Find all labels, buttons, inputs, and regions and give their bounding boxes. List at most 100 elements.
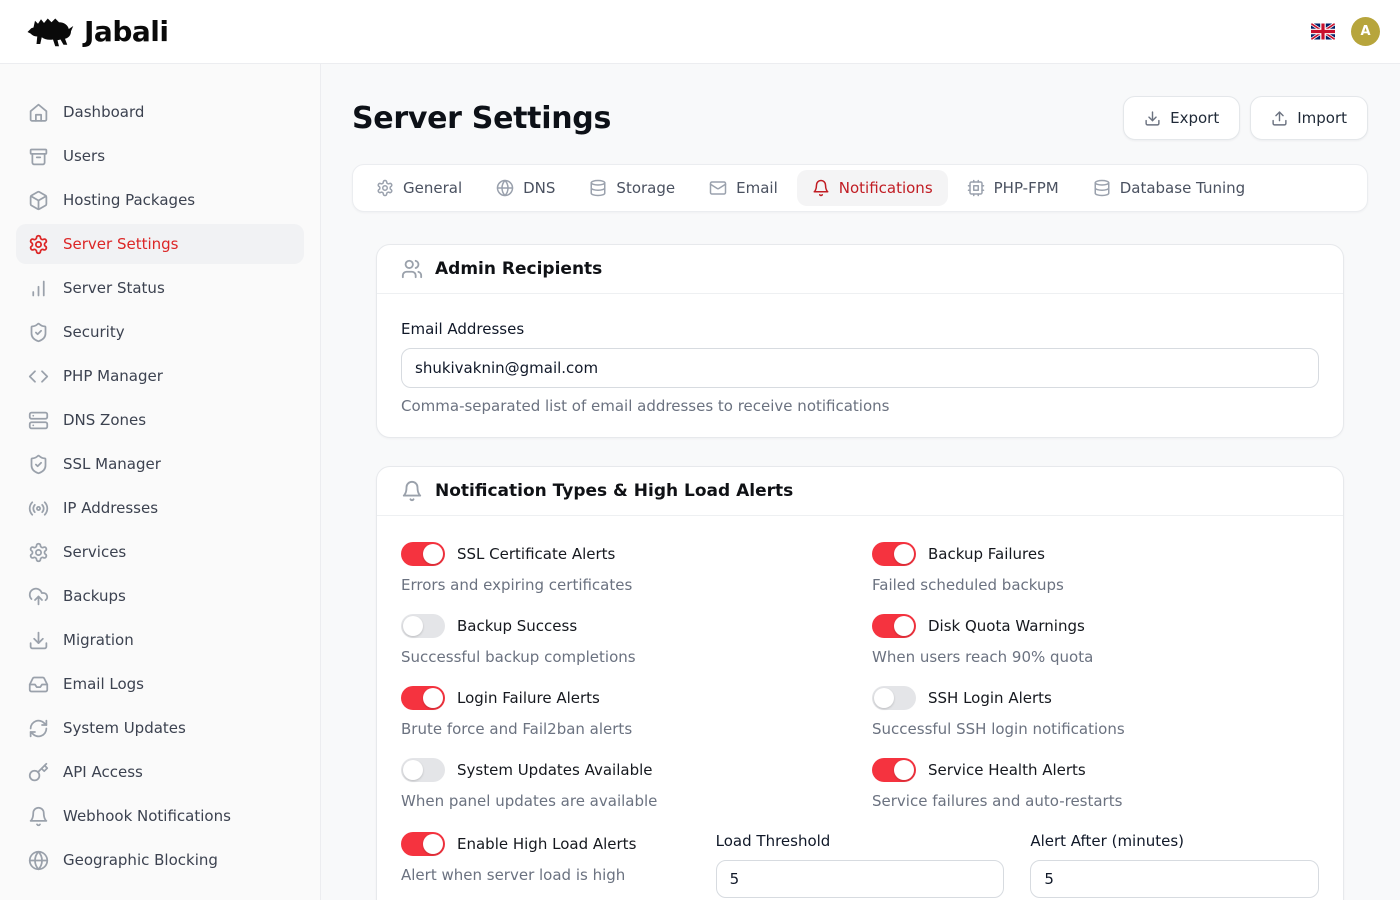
sidebar-item-label: Geographic Blocking xyxy=(63,851,218,869)
uk-flag-icon[interactable] xyxy=(1311,23,1335,40)
sidebar-item-server-status[interactable]: Server Status xyxy=(16,268,304,308)
service-health-alerts-toggle[interactable] xyxy=(872,758,916,782)
sidebar-item-label: Services xyxy=(63,543,126,561)
toggle-label: Disk Quota Warnings xyxy=(928,617,1085,635)
download-icon xyxy=(28,630,49,651)
toggle-label: Backup Success xyxy=(457,617,577,635)
notification-types-card: Notification Types & High Load Alerts SS… xyxy=(376,466,1344,900)
toggle-label: Login Failure Alerts xyxy=(457,689,600,707)
download-icon xyxy=(1144,110,1161,127)
bar-chart-icon xyxy=(28,278,49,299)
shield-icon xyxy=(28,322,49,343)
toggle-description: Successful SSH login notifications xyxy=(872,719,1319,739)
tab-label: Database Tuning xyxy=(1120,179,1245,197)
sidebar-item-email-logs[interactable]: Email Logs xyxy=(16,664,304,704)
tab-label: Notifications xyxy=(839,179,933,197)
key-icon xyxy=(28,762,49,783)
toggle-row-backup-failures: Backup Failures Failed scheduled backups xyxy=(872,542,1319,595)
ssl-certificate-alerts-toggle[interactable] xyxy=(401,542,445,566)
inbox-icon xyxy=(28,674,49,695)
disk-quota-warnings-toggle[interactable] xyxy=(872,614,916,638)
tab-notifications[interactable]: Notifications xyxy=(797,170,948,206)
toggle-description: When panel updates are available xyxy=(401,791,848,811)
sidebar-item-system-updates[interactable]: System Updates xyxy=(16,708,304,748)
sidebar-nav: Dashboard Users Hosting Packages Server … xyxy=(16,92,304,880)
sidebar-item-api-access[interactable]: API Access xyxy=(16,752,304,792)
load-threshold-field-group: Load Threshold xyxy=(716,832,1005,900)
import-button[interactable]: Import xyxy=(1250,96,1368,140)
home-icon xyxy=(28,102,49,123)
tab-database-tuning[interactable]: Database Tuning xyxy=(1078,170,1260,206)
toggle-label: Service Health Alerts xyxy=(928,761,1086,779)
page-title: Server Settings xyxy=(352,101,611,136)
avatar[interactable]: A xyxy=(1351,17,1380,46)
alert-after-input[interactable] xyxy=(1030,860,1319,898)
sidebar-item-backups[interactable]: Backups xyxy=(16,576,304,616)
login-failure-alerts-toggle[interactable] xyxy=(401,686,445,710)
bell-icon xyxy=(812,179,830,197)
alert-after-label: Alert After (minutes) xyxy=(1030,832,1319,850)
toggle-row-backup-success: Backup Success Successful backup complet… xyxy=(401,614,848,667)
sidebar-item-label: PHP Manager xyxy=(63,367,163,385)
sidebar-item-label: Server Status xyxy=(63,279,165,297)
code-icon xyxy=(28,366,49,387)
toggle-label: System Updates Available xyxy=(457,761,653,779)
brand-name: Jabali xyxy=(84,15,168,48)
sidebar-item-server-settings[interactable]: Server Settings xyxy=(16,224,304,264)
toggle-label: Backup Failures xyxy=(928,545,1045,563)
sidebar-item-migration[interactable]: Migration xyxy=(16,620,304,660)
brand[interactable]: Jabali xyxy=(26,14,168,50)
radio-icon xyxy=(28,498,49,519)
tab-storage[interactable]: Storage xyxy=(574,170,690,206)
sidebar-item-label: Migration xyxy=(63,631,134,649)
toggle-description: Service failures and auto-restarts xyxy=(872,791,1319,811)
sidebar-item-php-manager[interactable]: PHP Manager xyxy=(16,356,304,396)
card-title: Notification Types & High Load Alerts xyxy=(435,481,793,501)
backup-failures-toggle[interactable] xyxy=(872,542,916,566)
tab-php-fpm[interactable]: PHP-FPM xyxy=(952,170,1074,206)
users-icon xyxy=(401,258,423,280)
load-threshold-input[interactable] xyxy=(716,860,1005,898)
export-button[interactable]: Export xyxy=(1123,96,1240,140)
tab-dns[interactable]: DNS xyxy=(481,170,570,206)
bell-icon xyxy=(28,806,49,827)
tab-general[interactable]: General xyxy=(361,170,477,206)
sidebar-item-label: IP Addresses xyxy=(63,499,158,517)
toggle-description: Errors and expiring certificates xyxy=(401,575,848,595)
sidebar-item-ip-addresses[interactable]: IP Addresses xyxy=(16,488,304,528)
sidebar-item-label: Webhook Notifications xyxy=(63,807,231,825)
sidebar-item-geographic-blocking[interactable]: Geographic Blocking xyxy=(16,840,304,880)
backup-success-toggle[interactable] xyxy=(401,614,445,638)
ssh-login-alerts-toggle[interactable] xyxy=(872,686,916,710)
sidebar: Dashboard Users Hosting Packages Server … xyxy=(0,64,321,900)
toggle-row-disk-quota-warnings: Disk Quota Warnings When users reach 90%… xyxy=(872,614,1319,667)
server-icon xyxy=(28,410,49,431)
system-updates-available-toggle[interactable] xyxy=(401,758,445,782)
tab-email[interactable]: Email xyxy=(694,170,793,206)
sidebar-item-security[interactable]: Security xyxy=(16,312,304,352)
toggle-row-system-updates-available: System Updates Available When panel upda… xyxy=(401,758,848,811)
sidebar-item-users[interactable]: Users xyxy=(16,136,304,176)
enable-high-load-alerts-toggle[interactable] xyxy=(401,832,445,856)
toggle-description: Brute force and Fail2ban alerts xyxy=(401,719,848,739)
bell-icon xyxy=(401,480,423,502)
sidebar-item-webhook-notifications[interactable]: Webhook Notifications xyxy=(16,796,304,836)
card-title: Admin Recipients xyxy=(435,259,602,279)
email-addresses-helper: Comma-separated list of email addresses … xyxy=(401,397,1319,415)
toggle-label: SSH Login Alerts xyxy=(928,689,1052,707)
email-addresses-input[interactable] xyxy=(401,348,1319,388)
sidebar-item-hosting-packages[interactable]: Hosting Packages xyxy=(16,180,304,220)
boar-logo-icon xyxy=(26,14,74,50)
sidebar-item-dns-zones[interactable]: DNS Zones xyxy=(16,400,304,440)
main-content: Server Settings Export Import General DN… xyxy=(321,64,1400,900)
toggle-row-enable-high-load-alerts: Enable High Load Alerts Alert when serve… xyxy=(401,832,690,885)
sidebar-item-dashboard[interactable]: Dashboard xyxy=(16,92,304,132)
toggle-row-login-failure-alerts: Login Failure Alerts Brute force and Fai… xyxy=(401,686,848,739)
sidebar-item-services[interactable]: Services xyxy=(16,532,304,572)
sidebar-item-label: DNS Zones xyxy=(63,411,146,429)
sidebar-item-label: Backups xyxy=(63,587,126,605)
sidebar-item-ssl-manager[interactable]: SSL Manager xyxy=(16,444,304,484)
cloud-upload-icon xyxy=(28,586,49,607)
alert-after-field-group: Alert After (minutes) xyxy=(1030,832,1319,900)
top-bar: Jabali A xyxy=(0,0,1400,64)
